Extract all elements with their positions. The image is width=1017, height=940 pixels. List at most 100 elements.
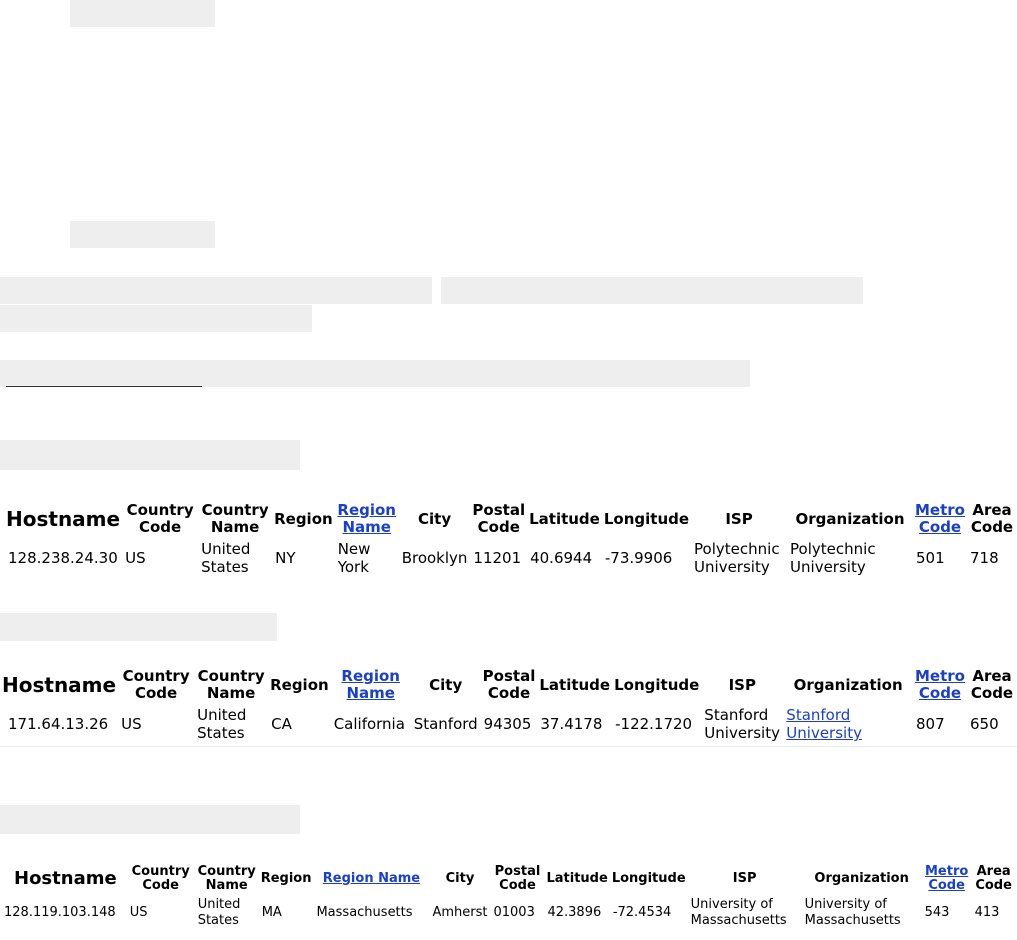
- cell-hostname: 128.238.24.30: [8, 549, 118, 567]
- header-organization: Organization: [793, 675, 903, 694]
- header-latitude: Latitude: [546, 871, 608, 886]
- cell-hostname: 171.64.13.26: [0, 702, 119, 747]
- cell-isp: Stanford University: [701, 702, 784, 747]
- redacted-text-bar: [0, 305, 312, 332]
- geo-result-table: Hostname Country Code Country Name Regio…: [0, 502, 1017, 580]
- header-organization: Organization: [814, 871, 909, 886]
- header-latitude: Latitude: [539, 675, 611, 694]
- metro-code-link[interactable]: Metro Code: [915, 667, 965, 702]
- cell-region: MA: [261, 905, 282, 920]
- cell-area-code: 718: [970, 549, 999, 567]
- cell-isp: Polytechnic University: [694, 540, 780, 576]
- header-country-name: Country Name: [197, 864, 256, 893]
- table-row: 171.64.13.26 US United States CA Califor…: [0, 702, 1017, 747]
- cell-metro-code: 543: [924, 905, 950, 920]
- header-region-name: Region Name: [313, 865, 429, 893]
- redacted-heading-bar: [0, 440, 300, 470]
- table-row: 128.238.24.30 US United States NY New Yo…: [0, 536, 1017, 580]
- header-isp: ISP: [728, 675, 756, 694]
- header-country-code: Country Code: [126, 501, 194, 536]
- cell-city: Amherst: [432, 905, 488, 920]
- cell-latitude: 42.3896: [547, 905, 602, 920]
- header-city: City: [445, 871, 475, 886]
- cell-postal-code: 11201: [473, 549, 522, 567]
- header-longitude: Longitude: [603, 509, 690, 528]
- cell-longitude: -73.9906: [604, 549, 673, 567]
- header-metro-code: Metro Code: [913, 502, 967, 536]
- header-region: Region: [270, 675, 329, 694]
- cell-region: CA: [268, 702, 331, 747]
- cell-country-code: US: [118, 702, 195, 747]
- cell-organization: Polytechnic University: [790, 540, 876, 576]
- header-area-code: Area Code: [970, 667, 1014, 702]
- redacted-heading-bar: [0, 805, 300, 834]
- header-longitude: Longitude: [614, 675, 700, 694]
- cell-area-code: 650: [967, 702, 1017, 747]
- cell-longitude: -122.1720: [612, 702, 702, 747]
- cell-organization: University of Massachusetts: [804, 897, 901, 928]
- header-city: City: [418, 509, 452, 528]
- cell-hostname: 128.119.103.148: [4, 905, 116, 920]
- cell-region-name: New York: [337, 540, 371, 576]
- geo-result-table: Hostname Country Code Country Name Regio…: [0, 865, 1016, 933]
- geo-table-1: Hostname Country Code Country Name Regio…: [0, 502, 1017, 580]
- cell-region-name: California: [330, 702, 411, 747]
- cell-metro-code: 501: [916, 549, 945, 567]
- cell-latitude: 40.6944: [530, 549, 593, 567]
- cell-postal-code: 94305: [480, 702, 538, 747]
- header-area-code: Area Code: [970, 501, 1014, 536]
- header-postal-code: Postal Code: [494, 864, 541, 893]
- cell-area-code: 413: [974, 905, 1000, 920]
- region-name-link[interactable]: Region Name: [341, 667, 400, 702]
- header-postal-code: Postal Code: [482, 667, 536, 702]
- header-latitude: Latitude: [529, 509, 600, 528]
- header-region: Region: [274, 509, 333, 528]
- header-isp: ISP: [732, 871, 757, 886]
- header-isp: ISP: [725, 509, 753, 528]
- metro-code-link[interactable]: Metro Code: [925, 864, 968, 893]
- redacted-text-bar: [70, 221, 215, 248]
- header-country-name: Country Name: [201, 501, 269, 536]
- cell-country-code: US: [125, 549, 146, 567]
- geo-table-2: Hostname Country Code Country Name Regio…: [0, 668, 1017, 747]
- cell-country-name: United States: [194, 702, 269, 747]
- header-region: Region: [260, 871, 312, 886]
- header-hostname: Hostname: [14, 868, 117, 889]
- header-region-name: Region Name: [335, 502, 399, 536]
- header-longitude: Longitude: [611, 871, 686, 886]
- redacted-heading-bar: [0, 613, 277, 641]
- region-name-link[interactable]: Region Name: [337, 501, 396, 536]
- geo-table-3: Hostname Country Code Country Name Regio…: [0, 865, 1016, 933]
- header-region-name: Region Name: [331, 668, 411, 702]
- cell-country-name: United States: [197, 897, 241, 928]
- header-metro-code: Metro Code: [922, 865, 972, 893]
- redacted-text-bar: [70, 0, 215, 27]
- cell-isp: University of Massachusetts: [690, 897, 787, 928]
- table-row: 128.119.103.148 US United States MA Mass…: [0, 893, 1016, 933]
- region-name-link[interactable]: Region Name: [323, 871, 420, 886]
- cell-country-name: United States: [201, 540, 251, 576]
- organization-link[interactable]: Stanford University: [786, 706, 862, 742]
- redacted-text-bar: [0, 360, 750, 387]
- cell-region-name: Massachusetts: [316, 905, 413, 920]
- geo-result-table: Hostname Country Code Country Name Regio…: [0, 668, 1017, 747]
- cell-city: Brooklyn: [401, 549, 468, 567]
- cell-region: NY: [275, 549, 296, 567]
- header-country-code: Country Code: [122, 667, 190, 702]
- metro-code-link[interactable]: Metro Code: [915, 501, 965, 536]
- header-hostname: Hostname: [2, 673, 117, 697]
- cell-metro-code: 807: [913, 702, 967, 747]
- redacted-link-underline[interactable]: [6, 386, 202, 387]
- cell-latitude: 37.4178: [537, 702, 613, 747]
- header-country-code: Country Code: [131, 864, 190, 893]
- header-area-code: Area Code: [975, 864, 1012, 893]
- header-country-name: Country Name: [197, 667, 265, 702]
- redacted-text-bar: [0, 277, 432, 304]
- header-city: City: [429, 675, 463, 694]
- header-hostname: Hostname: [6, 507, 121, 531]
- cell-city: Stanford: [410, 702, 481, 747]
- cell-longitude: -72.4534: [612, 905, 672, 920]
- cell-postal-code: 01003: [493, 905, 535, 920]
- redacted-text-bar: [441, 277, 863, 304]
- cell-organization: Stanford University: [783, 702, 913, 747]
